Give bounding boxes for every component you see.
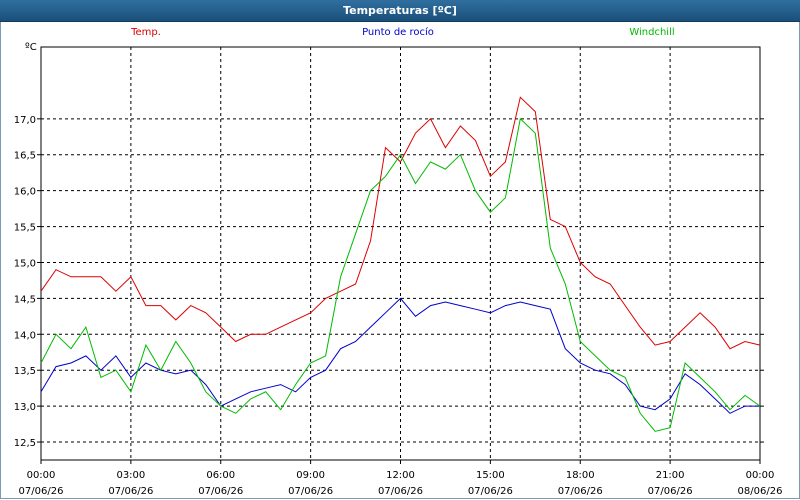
y-tick-label: 17,0 (14, 115, 36, 126)
x-tick-date: 07/06/26 (558, 486, 603, 497)
y-tick-label: 13,5 (14, 366, 36, 377)
temperature-chart: 17,0 16,5 16,0 15,5 15,0 14,5 14,0 13,5 13,0 12,5… (14, 26, 783, 497)
y-tick-label: 15,5 (14, 223, 36, 234)
x-tick-date: 07/06/26 (378, 486, 423, 497)
legend-entry: Temp. (130, 27, 161, 38)
grid (41, 47, 760, 460)
x-tick-time: 15:00 (476, 470, 505, 481)
x-tick-time: 21:00 (656, 470, 685, 481)
x-tick-date: 07/06/26 (19, 486, 64, 497)
y-axis-ticks: 17,0 16,5 16,0 15,5 15,0 14,5 14,0 13,5 13,0 12,5 (14, 115, 764, 449)
legend-entry: Punto de rocío (362, 26, 434, 38)
y-tick-label: 16,5 (14, 151, 36, 162)
x-tick-time: 06:00 (206, 470, 235, 481)
y-tick-label: 14,5 (14, 294, 36, 305)
legend: Temp. Punto de rocío Windchill (130, 26, 675, 38)
y-tick-label: 14,0 (14, 330, 36, 341)
x-tick-time: 00:00 (27, 470, 56, 481)
y-axis-unit: ºC (25, 42, 37, 53)
x-tick-date: 08/06/26 (738, 486, 783, 497)
x-tick-date: 07/06/26 (648, 486, 693, 497)
x-tick-time: 18:00 (566, 470, 595, 481)
x-tick-date: 07/06/26 (288, 486, 333, 497)
x-tick-time: 00:00 (746, 470, 775, 481)
x-tick-date: 07/06/26 (468, 486, 513, 497)
y-tick-label: 16,0 (14, 187, 36, 198)
y-tick-label: 15,0 (14, 258, 36, 269)
x-tick-date: 07/06/26 (108, 486, 153, 497)
x-tick-time: 09:00 (296, 470, 325, 481)
x-tick-time: 03:00 (116, 470, 145, 481)
x-tick-time: 12:00 (386, 470, 415, 481)
y-tick-label: 12,5 (14, 438, 36, 449)
y-tick-label: 13,0 (14, 402, 36, 413)
legend-entry: Windchill (629, 27, 674, 38)
x-axis-ticks: 00:00 07/06/26 03:00 07/06/26 06:00 07/06/26 0… (19, 460, 783, 497)
x-tick-date: 07/06/26 (198, 486, 243, 497)
